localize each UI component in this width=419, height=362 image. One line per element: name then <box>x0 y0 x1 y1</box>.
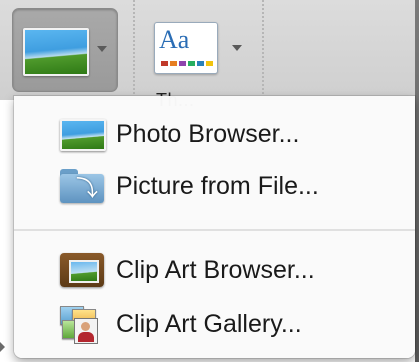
menu-item-label: Picture from File... <box>116 171 319 200</box>
menu-item-clip-art-gallery[interactable]: Clip Art Gallery... <box>14 300 415 348</box>
chevron-down-icon <box>232 45 242 51</box>
menu-separator <box>14 229 415 231</box>
color-swatches <box>161 61 213 66</box>
menu-item-photo-browser[interactable]: Photo Browser... <box>14 110 415 158</box>
insert-picture-button[interactable] <box>12 8 118 92</box>
toolbar-divider <box>133 0 135 98</box>
resize-marker-icon <box>0 342 5 352</box>
themes-icon-text: Aa <box>159 25 190 54</box>
chevron-down-icon <box>97 46 107 52</box>
photo-browser-icon <box>60 119 106 151</box>
window-edge <box>415 0 419 362</box>
menu-item-clip-art-browser[interactable]: Clip Art Browser... <box>14 246 415 294</box>
ribbon-toolbar: Aa Th... <box>0 0 419 110</box>
folder-arrow-icon: ⤵ <box>60 169 104 203</box>
menu-item-label: Photo Browser... <box>116 119 300 148</box>
menu-item-label: Clip Art Browser... <box>116 255 315 284</box>
menu-item-label: Clip Art Gallery... <box>116 309 302 338</box>
menu-item-picture-from-file[interactable]: ⤵ Picture from File... <box>14 162 415 210</box>
themes-button[interactable]: Aa Th... <box>150 8 250 110</box>
insert-picture-menu: Photo Browser... ⤵ Picture from File... … <box>14 96 415 358</box>
photo-icon <box>23 28 89 76</box>
clip-art-browser-icon <box>60 253 104 287</box>
clip-art-gallery-icon <box>60 306 100 344</box>
toolbar-divider <box>262 0 264 98</box>
themes-icon: Aa <box>154 22 218 74</box>
